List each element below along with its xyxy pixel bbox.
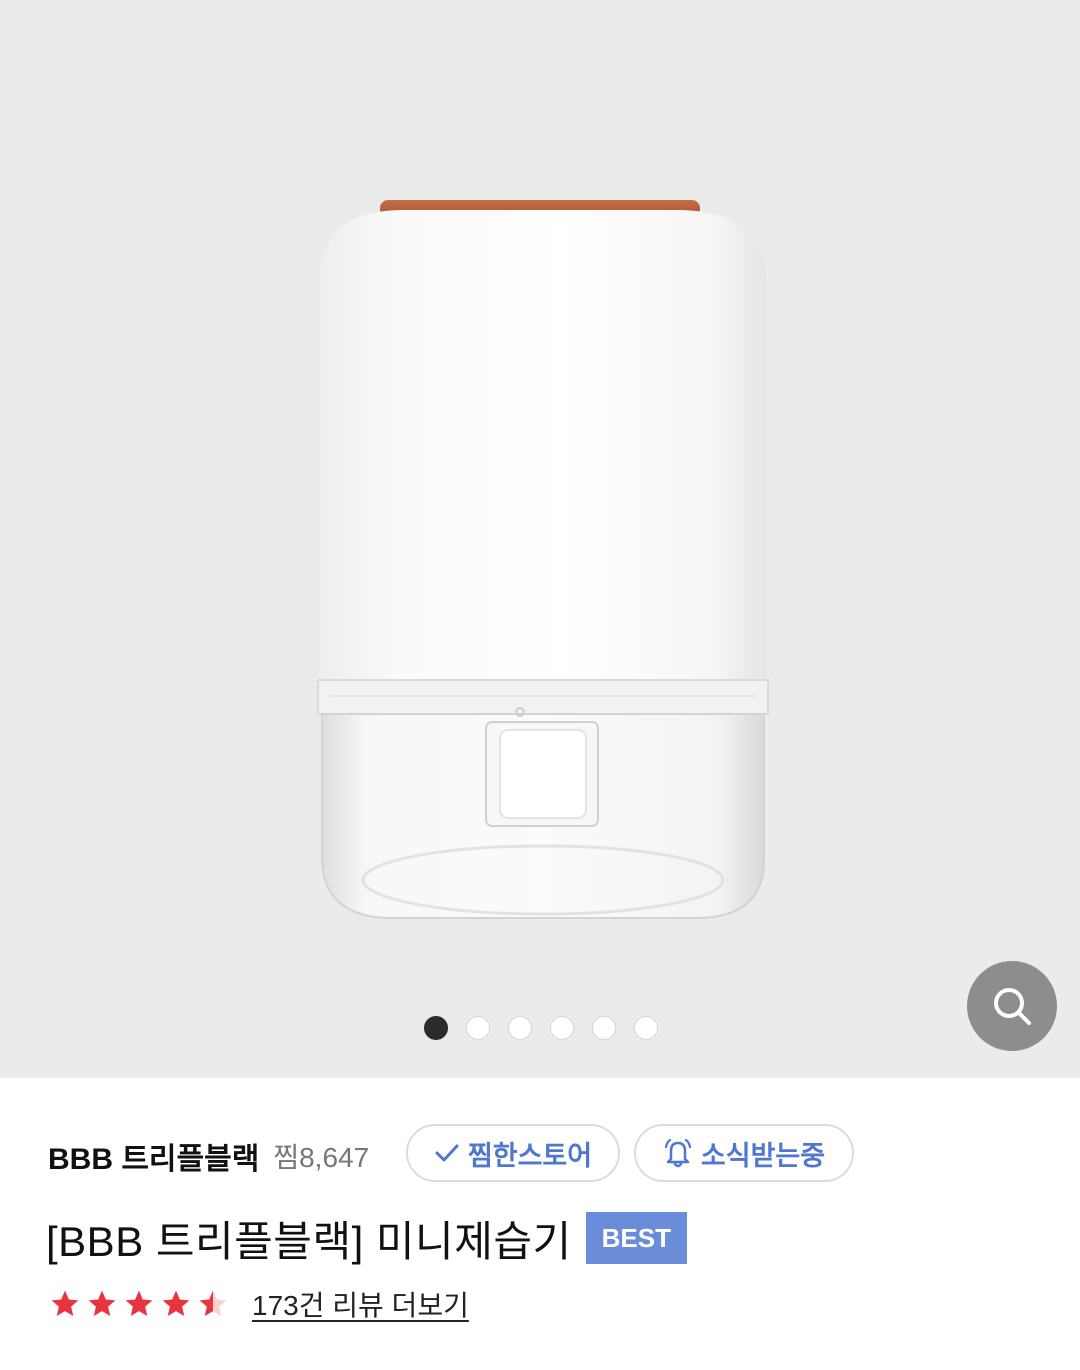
product-image-gallery[interactable] [0, 0, 1080, 1078]
search-icon [994, 988, 1031, 1025]
star-icon [51, 1290, 79, 1316]
wished-store-button[interactable]: 찜한스토어 [406, 1124, 620, 1182]
carousel-indicator [424, 1016, 658, 1040]
star-half-icon [199, 1290, 227, 1316]
rating-row: 173건 리뷰 더보기 [48, 1282, 469, 1326]
subscribe-news-label: 소식받는중 [700, 1140, 826, 1171]
carousel-dot[interactable] [550, 1016, 574, 1040]
review-more-link[interactable]: 173건 리뷰 더보기 [252, 1284, 469, 1324]
product-title: [BBB 트리플블랙] 미니제습기 [46, 1217, 572, 1265]
store-name[interactable]: BBB 트리플블랙 [48, 1134, 259, 1178]
store-info: BBB 트리플블랙 찜8,647 [48, 1124, 369, 1188]
product-image [317, 200, 769, 919]
carousel-dot[interactable] [634, 1016, 658, 1040]
carousel-dot[interactable] [466, 1016, 490, 1040]
carousel-dot[interactable] [508, 1016, 532, 1040]
best-badge: BEST [585, 1212, 687, 1264]
wish-count: 찜8,647 [273, 1142, 370, 1173]
wished-store-label: 찜한스토어 [467, 1140, 593, 1171]
star-icon [162, 1290, 190, 1316]
zoom-button[interactable] [967, 961, 1057, 1051]
product-title-row: [BBB 트리플블랙] 미니제습기 BEST [46, 1208, 687, 1268]
carousel-dot[interactable] [592, 1016, 616, 1040]
check-icon [435, 1144, 459, 1162]
product-info: BBB 트리플블랙 찜8,647 찜한스토어 소식받는중 [BBB 트리플블랙]… [0, 1078, 1080, 1370]
star-rating [48, 1288, 230, 1320]
star-icon [88, 1290, 116, 1316]
carousel-dot[interactable] [424, 1016, 448, 1040]
bell-icon [664, 1138, 691, 1168]
subscribe-news-button[interactable]: 소식받는중 [634, 1124, 854, 1182]
star-icon [125, 1290, 153, 1316]
